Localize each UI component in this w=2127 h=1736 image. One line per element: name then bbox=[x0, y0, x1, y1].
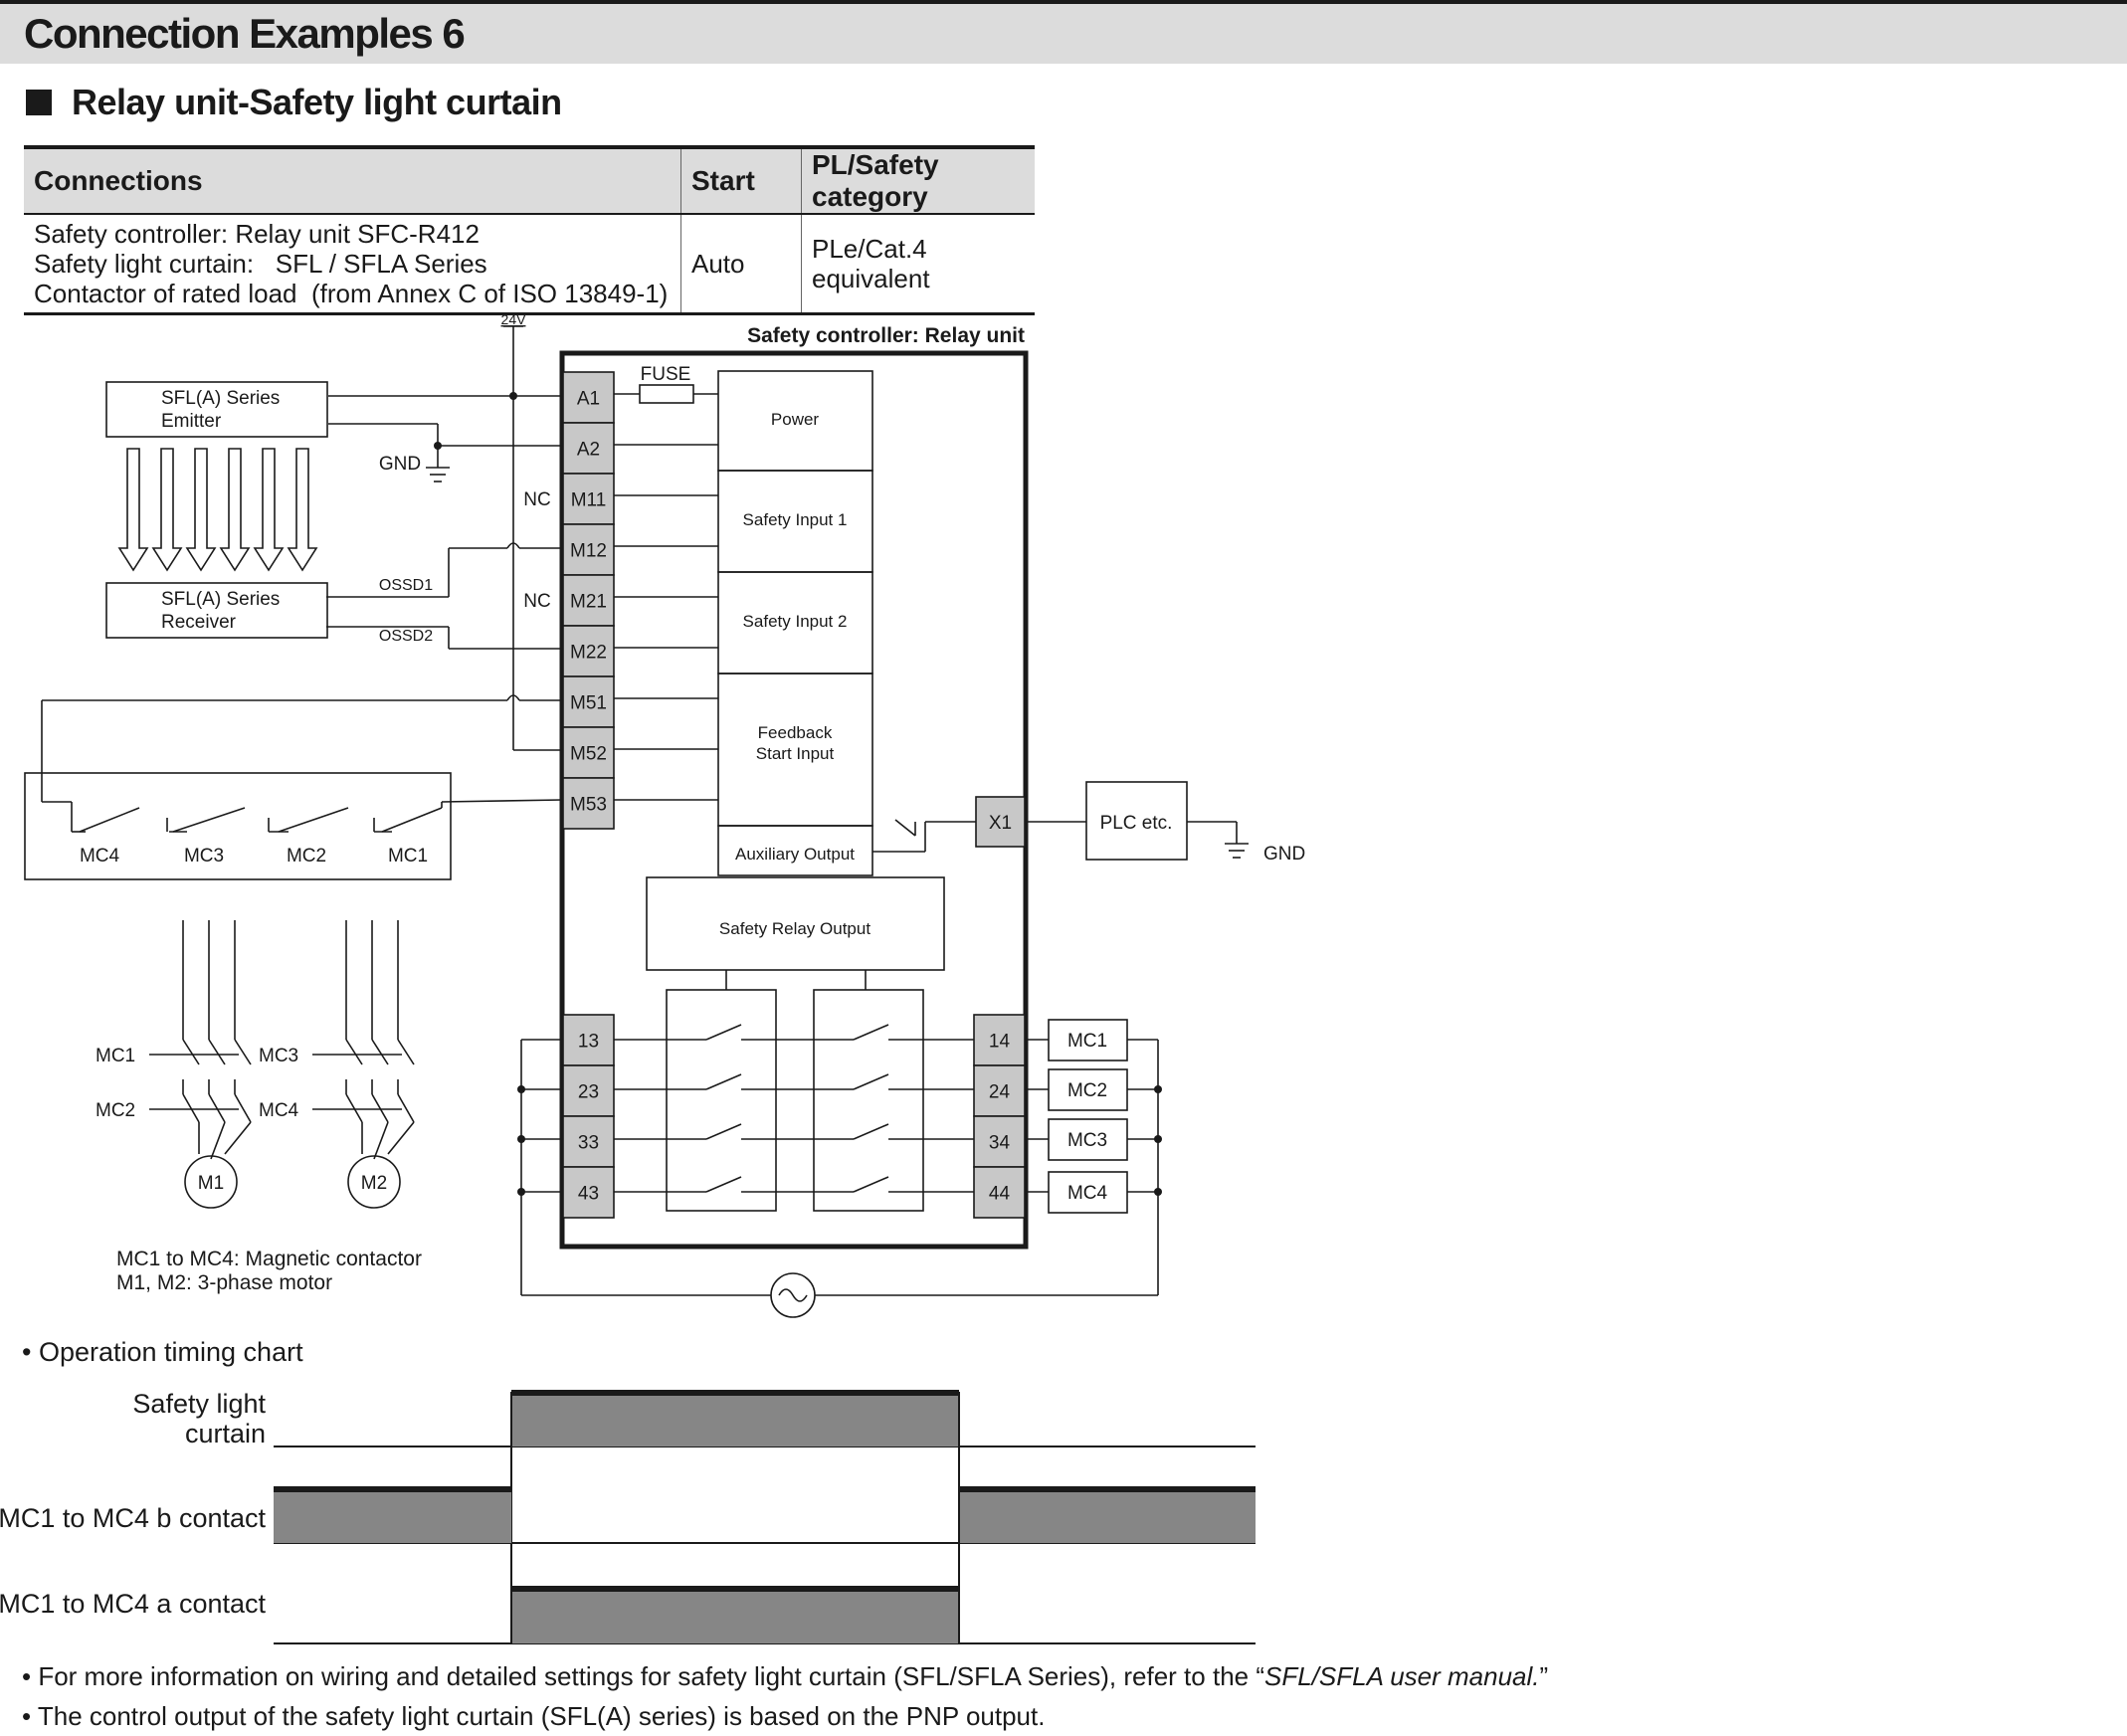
safety-relay-output-label: Safety Relay Output bbox=[719, 919, 870, 938]
relay-in-terminal-label: 43 bbox=[578, 1184, 599, 1205]
timing-row-label: MC1 to MC4 b contact bbox=[0, 1503, 266, 1533]
fuse-label: FUSE bbox=[641, 364, 691, 385]
relay-column-2 bbox=[813, 989, 924, 1212]
fuse-symbol bbox=[639, 384, 694, 404]
relay-column-1 bbox=[666, 989, 777, 1212]
plc-label: PLC etc. bbox=[1100, 813, 1173, 834]
receiver-label: Receiver bbox=[161, 612, 237, 633]
relay-in-terminal-label: 33 bbox=[578, 1133, 599, 1154]
motor-label: M1 bbox=[198, 1173, 224, 1194]
load-label: MC2 bbox=[1067, 1080, 1107, 1101]
feedback-contact-label: MC4 bbox=[80, 846, 120, 867]
b-contact-on-after bbox=[960, 1491, 1256, 1543]
ossd2-label: OSSD2 bbox=[379, 628, 433, 645]
terminal-label: M53 bbox=[570, 795, 607, 816]
feedback-label: Feedback bbox=[758, 723, 833, 742]
x1-terminal: X1 bbox=[975, 796, 1026, 848]
relay-in-terminal-label: 13 bbox=[578, 1032, 599, 1053]
safety-input-1-label: Safety Input 1 bbox=[743, 510, 848, 529]
timing-title: • Operation timing chart bbox=[22, 1337, 303, 1367]
motor-contactor-label: MC4 bbox=[259, 1100, 299, 1121]
motor-contactor-label: MC1 bbox=[96, 1046, 135, 1066]
b-contact-on-before bbox=[274, 1491, 511, 1543]
relay-in-terminal-label: 23 bbox=[578, 1082, 599, 1103]
receiver-label: SFL(A) Series bbox=[161, 589, 280, 610]
terminal-label: M52 bbox=[570, 744, 607, 765]
safety-input-2-label: Safety Input 2 bbox=[743, 612, 848, 631]
x1-terminal-box-label: X1 bbox=[989, 813, 1012, 834]
relay-out-terminal-label: 34 bbox=[989, 1133, 1011, 1154]
load-label: MC3 bbox=[1067, 1130, 1107, 1151]
controller-title: Safety controller: Relay unit bbox=[747, 324, 1025, 347]
feedback-contact-label: MC2 bbox=[287, 846, 326, 867]
motor-circuit-1 bbox=[149, 920, 252, 1209]
relay-input-terminals: 13 23 33 43 bbox=[562, 1014, 615, 1219]
timing-chart: • Operation timing chart Safety light cur… bbox=[0, 1337, 1256, 1644]
feedback-contact-label: MC3 bbox=[184, 846, 224, 867]
a-contact-on-pulse bbox=[512, 1591, 958, 1643]
load-label: MC1 bbox=[1067, 1031, 1107, 1052]
relay-out-terminal-label: 44 bbox=[989, 1184, 1011, 1205]
legend-line: MC1 to MC4: Magnetic contactor bbox=[116, 1248, 422, 1270]
relay-out-terminal-label: 24 bbox=[989, 1082, 1011, 1103]
auxiliary-output-label: Auxiliary Output bbox=[735, 845, 855, 864]
load-label: MC4 bbox=[1067, 1183, 1108, 1204]
motor-circuit-2 bbox=[312, 920, 415, 1209]
terminal-label: M21 bbox=[570, 592, 607, 613]
emitter-label: SFL(A) Series bbox=[161, 388, 280, 409]
note-item: • The control output of the safety light… bbox=[22, 1701, 1046, 1731]
terminal-label: M22 bbox=[570, 643, 607, 664]
light-beam-arrows bbox=[117, 448, 318, 572]
relay-out-terminal-label: 14 bbox=[989, 1032, 1011, 1053]
motor-label: M2 bbox=[361, 1173, 387, 1194]
terminal-label: M11 bbox=[571, 490, 607, 511]
motor-contactor-label: MC3 bbox=[259, 1046, 298, 1066]
diagram-lines bbox=[24, 325, 1249, 1318]
nc-label: NC bbox=[523, 489, 550, 510]
light-curtain-on-pulse bbox=[512, 1395, 958, 1447]
gnd-label: GND bbox=[1263, 844, 1305, 865]
feedback-contact-label: MC1 bbox=[388, 846, 428, 867]
manual-reference: SFL/SFLA user manual. bbox=[1264, 1661, 1540, 1691]
power-label: Power bbox=[771, 410, 820, 429]
relay-output-terminals: 14 24 34 44 bbox=[973, 1014, 1026, 1219]
terminal-label: A1 bbox=[577, 389, 600, 410]
wiring-diagram: A1 A2 M11 M12 M21 M22 M51 M52 M53 13 23 33 43 14 24 3… bbox=[0, 311, 1305, 1644]
gnd-label: GND bbox=[379, 454, 421, 475]
timing-row-label: MC1 to MC4 a contact bbox=[0, 1589, 266, 1619]
emitter-label: Emitter bbox=[161, 411, 222, 432]
supply-label: 24V bbox=[501, 311, 527, 327]
terminal-label: M51 bbox=[570, 693, 607, 714]
legend-line: M1, M2: 3-phase motor bbox=[116, 1271, 332, 1294]
note-item: • For more information on wiring and det… bbox=[22, 1661, 1549, 1691]
motor-contactor-label: MC2 bbox=[96, 1100, 135, 1121]
terminal-label: A2 bbox=[577, 440, 600, 461]
terminal-label: M12 bbox=[570, 541, 607, 562]
left-terminal-strip: A1 A2 M11 M12 M21 M22 M51 M52 M53 bbox=[562, 371, 615, 830]
notes: • For more information on wiring and det… bbox=[22, 1656, 1548, 1736]
ossd1-label: OSSD1 bbox=[379, 577, 433, 594]
nc-label: NC bbox=[523, 591, 550, 612]
feedback-label: Start Input bbox=[756, 744, 835, 763]
timing-row-label: Safety light curtain bbox=[132, 1389, 266, 1448]
